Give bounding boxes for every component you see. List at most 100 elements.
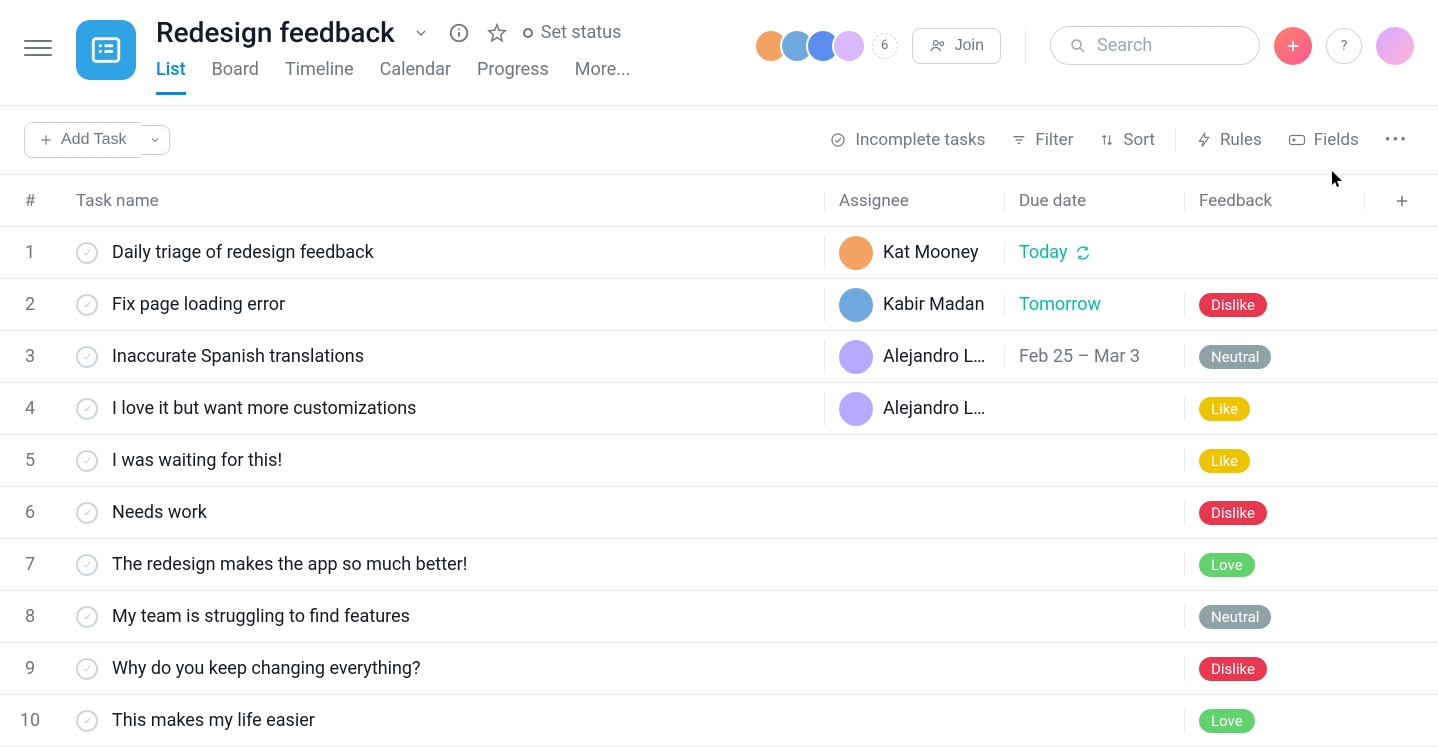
complete-check-icon[interactable] bbox=[76, 606, 98, 628]
complete-check-icon[interactable] bbox=[76, 346, 98, 368]
complete-check-icon[interactable] bbox=[76, 554, 98, 576]
complete-check-icon[interactable] bbox=[76, 398, 98, 420]
feedback-cell[interactable]: Love bbox=[1184, 709, 1364, 733]
project-title[interactable]: Redesign feedback bbox=[156, 16, 395, 49]
col-header-assignee[interactable]: Assignee bbox=[824, 191, 1004, 211]
complete-check-icon[interactable] bbox=[76, 502, 98, 524]
task-name-cell[interactable]: I was waiting for this! bbox=[60, 450, 824, 472]
feedback-cell[interactable]: Dislike bbox=[1184, 293, 1364, 317]
assignee-cell[interactable]: Alejandro L… bbox=[824, 392, 1004, 426]
help-button[interactable]: ? bbox=[1326, 28, 1362, 64]
set-status-button[interactable]: Set status bbox=[523, 22, 622, 43]
search-input[interactable]: Search bbox=[1050, 26, 1260, 65]
assignee-cell[interactable]: Alejandro L… bbox=[824, 340, 1004, 374]
task-name-cell[interactable]: Inaccurate Spanish translations bbox=[60, 346, 824, 368]
task-name-cell[interactable]: My team is struggling to find features bbox=[60, 606, 824, 628]
assignee-avatar bbox=[839, 288, 873, 322]
task-name: Daily triage of redesign feedback bbox=[112, 242, 374, 263]
task-name-cell[interactable]: This makes my life easier bbox=[60, 710, 824, 732]
task-name-cell[interactable]: Needs work bbox=[60, 502, 824, 524]
rules-button[interactable]: Rules bbox=[1190, 126, 1268, 154]
project-menu-chevron-icon[interactable] bbox=[409, 21, 433, 45]
task-row[interactable]: 5I was waiting for this!Like bbox=[0, 435, 1438, 487]
task-row[interactable]: 6Needs work Dislike bbox=[0, 487, 1438, 539]
task-row[interactable]: 7The redesign makes the app so much bett… bbox=[0, 539, 1438, 591]
add-task-dropdown[interactable] bbox=[141, 125, 170, 155]
col-header-number[interactable]: # bbox=[0, 191, 60, 211]
menu-toggle[interactable] bbox=[24, 34, 52, 62]
col-header-name[interactable]: Task name bbox=[60, 191, 824, 211]
task-name-cell[interactable]: Fix page loading error bbox=[60, 294, 824, 316]
add-column-button[interactable] bbox=[1364, 192, 1438, 210]
add-task-label: Add Task bbox=[61, 131, 127, 149]
feedback-cell[interactable]: Love bbox=[1184, 553, 1364, 577]
tab-board[interactable]: Board bbox=[212, 59, 259, 95]
assignee-cell[interactable]: Kat Mooney bbox=[824, 236, 1004, 270]
task-name-cell[interactable]: The redesign makes the app so much bette… bbox=[60, 554, 824, 576]
task-row[interactable]: 2Fix page loading errorKabir MadanTomorr… bbox=[0, 279, 1438, 331]
feedback-cell[interactable]: Like bbox=[1184, 449, 1364, 473]
row-number: 6 bbox=[0, 502, 60, 523]
completion-filter[interactable]: Incomplete tasks bbox=[823, 126, 991, 154]
assignee-cell[interactable]: Kabir Madan bbox=[824, 288, 1004, 322]
task-row[interactable]: 1 Daily triage of redesign feedback Kat Mo… bbox=[0, 227, 1438, 279]
row-number: 2 bbox=[0, 294, 60, 315]
member-count[interactable]: 6 bbox=[872, 33, 898, 59]
task-row[interactable]: 9Why do you keep changing everything?Dis… bbox=[0, 643, 1438, 695]
tab-progress[interactable]: Progress bbox=[477, 59, 549, 95]
complete-check-icon[interactable] bbox=[76, 242, 98, 264]
due-date-cell[interactable]: Tomorrow bbox=[1004, 294, 1184, 315]
due-date-cell[interactable]: Feb 25 – Mar 3 bbox=[1004, 346, 1184, 367]
task-name: This makes my life easier bbox=[112, 710, 315, 731]
tab-list[interactable]: List bbox=[156, 59, 186, 95]
tab-timeline[interactable]: Timeline bbox=[285, 59, 354, 95]
task-row[interactable]: 4I love it but want more customizationsA… bbox=[0, 383, 1438, 435]
task-row[interactable]: 10This makes my life easierLove bbox=[0, 695, 1438, 747]
info-icon[interactable] bbox=[447, 21, 471, 45]
tab-calendar[interactable]: Calendar bbox=[380, 59, 451, 95]
col-header-feedback[interactable]: Feedback bbox=[1184, 191, 1364, 211]
more-actions[interactable]: ••• bbox=[1379, 126, 1414, 154]
divider bbox=[1175, 129, 1176, 151]
complete-check-icon[interactable] bbox=[76, 294, 98, 316]
feedback-pill: Neutral bbox=[1199, 605, 1271, 629]
profile-avatar[interactable] bbox=[1376, 27, 1414, 65]
join-button[interactable]: Join bbox=[912, 28, 1001, 64]
complete-check-icon[interactable] bbox=[76, 450, 98, 472]
tab-more[interactable]: More... bbox=[575, 59, 631, 95]
feedback-cell[interactable]: Like bbox=[1184, 397, 1364, 421]
project-block: Redesign feedback Set status List Board Ti… bbox=[156, 16, 754, 95]
plus-icon bbox=[39, 133, 53, 147]
task-name-cell[interactable]: Why do you keep changing everything? bbox=[60, 658, 824, 680]
row-number: 1 bbox=[0, 242, 60, 263]
global-add-button[interactable] bbox=[1274, 27, 1312, 65]
feedback-cell[interactable]: Neutral bbox=[1184, 345, 1364, 369]
col-header-due[interactable]: Due date bbox=[1004, 191, 1184, 211]
divider bbox=[1025, 28, 1026, 64]
plus-icon bbox=[1284, 37, 1302, 55]
row-number: 3 bbox=[0, 346, 60, 367]
complete-check-icon[interactable] bbox=[76, 658, 98, 680]
people-icon bbox=[929, 37, 947, 55]
add-task-button[interactable]: Add Task bbox=[24, 122, 141, 158]
task-row[interactable]: 3Inaccurate Spanish translationsAlejandr… bbox=[0, 331, 1438, 383]
feedback-cell[interactable]: Neutral bbox=[1184, 605, 1364, 629]
sort-button[interactable]: Sort bbox=[1093, 126, 1161, 154]
fields-button[interactable]: Fields bbox=[1282, 126, 1365, 154]
due-date-cell[interactable]: Today bbox=[1004, 242, 1184, 263]
complete-check-icon[interactable] bbox=[76, 710, 98, 732]
topbar: Redesign feedback Set status List Board Ti… bbox=[0, 0, 1438, 106]
task-row[interactable]: 8My team is struggling to find featuresN… bbox=[0, 591, 1438, 643]
sort-label: Sort bbox=[1123, 130, 1155, 150]
feedback-cell[interactable]: Dislike bbox=[1184, 501, 1364, 525]
task-name: I was waiting for this! bbox=[112, 450, 282, 471]
task-name-cell[interactable]: I love it but want more customizations bbox=[60, 398, 824, 420]
task-name-cell[interactable]: Daily triage of redesign feedback bbox=[60, 242, 824, 264]
member-avatars[interactable]: 6 bbox=[754, 29, 898, 63]
check-circle-icon bbox=[829, 131, 847, 149]
star-icon[interactable] bbox=[485, 21, 509, 45]
feedback-cell[interactable]: Dislike bbox=[1184, 657, 1364, 681]
filter-button[interactable]: Filter bbox=[1005, 126, 1079, 154]
member-avatar[interactable] bbox=[832, 29, 866, 63]
project-icon[interactable] bbox=[76, 20, 136, 80]
